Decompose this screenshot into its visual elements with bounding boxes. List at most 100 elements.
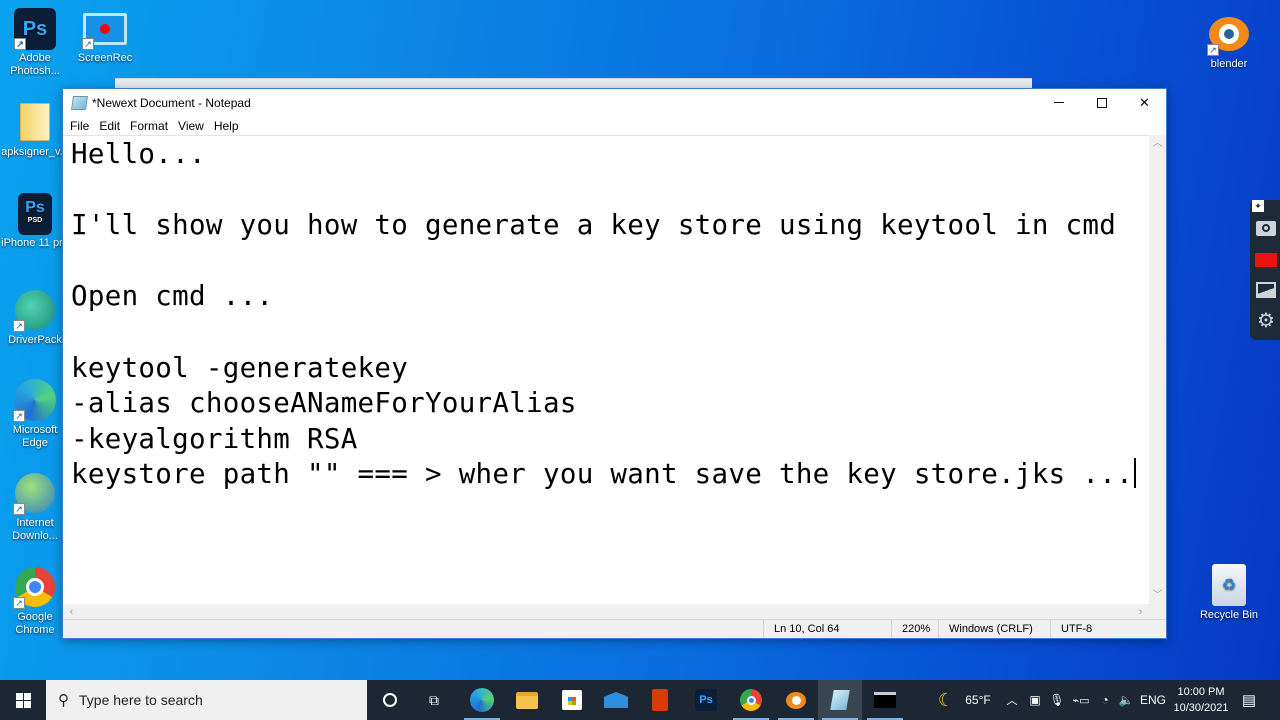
start-button[interactable] <box>0 680 46 720</box>
record-video-button[interactable] <box>1255 250 1277 270</box>
task-view-icon: ⧉ <box>429 691 439 708</box>
settings-button[interactable]: ⚙ <box>1255 309 1277 332</box>
gallery-button[interactable] <box>1255 280 1277 300</box>
input-language[interactable]: ENG <box>1138 680 1168 720</box>
clock-time: 10:00 PM <box>1177 686 1225 698</box>
shortcut-arrow-icon: ↗ <box>13 597 25 609</box>
taskbar-app-mail[interactable] <box>594 680 638 720</box>
scroll-up-arrow-icon[interactable]: ︿ <box>1149 135 1166 152</box>
taskbar-app-file-explorer[interactable] <box>505 680 549 720</box>
title-bar[interactable]: *Newext Document - Notepad ✕ <box>63 89 1166 116</box>
zoom-level: 220% <box>891 620 938 638</box>
menu-edit[interactable]: Edit <box>94 119 125 133</box>
desktop-icon-screenrec[interactable]: ↗ ScreenRec <box>70 8 140 65</box>
chrome-icon: ↗ <box>13 565 57 609</box>
maximize-button[interactable] <box>1080 89 1123 116</box>
text-line: -alias chooseANameForYourAlias <box>71 387 577 420</box>
shortcut-arrow-icon: ↗ <box>13 410 25 422</box>
clock-date: 10/30/2021 <box>1173 702 1229 714</box>
menu-view[interactable]: View <box>173 119 209 133</box>
battery-icon[interactable]: ⌁▭ <box>1070 680 1092 720</box>
desktop-icon-iphone-11-pro[interactable]: Ps PSD iPhone 11 pro <box>0 193 70 250</box>
desktop-icon-label: Adobe Photosh... <box>10 52 60 77</box>
edge-icon: ↗ <box>13 378 57 422</box>
taskbar: ⚲ Type here to search ⧉ Ps ☾ 65°F ︿ ▣ 🎙 … <box>0 680 1280 720</box>
cortana-button[interactable] <box>370 680 410 720</box>
notepad-window: *Newext Document - Notepad ✕ File Edit F… <box>62 88 1167 639</box>
search-icon: ⚲ <box>58 692 69 709</box>
show-hidden-icons-button[interactable]: ︿ <box>1004 680 1020 720</box>
moon-icon: ☾ <box>937 689 955 710</box>
folder-icon <box>516 691 538 709</box>
close-icon: ✕ <box>1139 94 1150 110</box>
search-input[interactable]: ⚲ Type here to search <box>46 680 367 720</box>
shortcut-arrow-icon: ↗ <box>13 503 25 515</box>
gallery-icon <box>1256 282 1276 298</box>
desktop-icon-blender[interactable]: ↗ blender <box>1194 12 1264 71</box>
taskbar-app-edge[interactable] <box>460 680 504 720</box>
menu-file[interactable]: File <box>65 119 94 133</box>
desktop-icon-label: iPhone 11 pro <box>1 237 69 249</box>
windows-logo-icon <box>15 692 31 708</box>
shortcut-arrow-icon: ↗ <box>1207 44 1219 56</box>
menu-help[interactable]: Help <box>209 119 244 133</box>
encoding: UTF-8 <box>1050 620 1166 638</box>
text-editor[interactable]: Hello... I'll show you how to generate a… <box>63 135 1149 604</box>
taskbar-app-microsoft-store[interactable] <box>550 680 594 720</box>
edge-icon <box>470 688 494 712</box>
text-line: keytool -generatekey <box>71 351 409 384</box>
menu-bar: File Edit Format View Help <box>63 116 1166 135</box>
taskbar-app-notepad[interactable] <box>818 680 862 720</box>
command-prompt-icon <box>874 692 896 708</box>
desktop-icon-microsoft-edge[interactable]: ↗ Microsoft Edge <box>0 378 70 450</box>
desktop-icon-internet-download-manager[interactable]: ↗ Internet Downlo... <box>0 471 70 543</box>
video-camera-icon <box>1255 253 1277 267</box>
text-line: Hello... <box>71 138 206 170</box>
store-icon <box>562 690 582 710</box>
taskbar-app-office[interactable] <box>638 680 682 720</box>
vertical-scrollbar[interactable]: ︿ ﹀ <box>1149 135 1166 604</box>
pin-icon[interactable]: ✦ <box>1252 200 1264 212</box>
editor-content[interactable]: Hello... I'll show you how to generate a… <box>63 136 1149 493</box>
shortcut-arrow-icon: ↗ <box>14 38 26 50</box>
text-line <box>71 173 1149 209</box>
status-bar: Ln 10, Col 64 220% Windows (CRLF) UTF-8 <box>63 619 1166 638</box>
wifi-icon[interactable]: ◔ <box>1096 680 1114 720</box>
blender-icon <box>786 691 806 709</box>
weather-temperature[interactable]: 65°F <box>962 680 994 720</box>
task-view-button[interactable]: ⧉ <box>414 680 454 720</box>
taskbar-app-blender[interactable] <box>774 680 818 720</box>
taskbar-app-chrome[interactable] <box>729 680 773 720</box>
camera-icon <box>1256 220 1276 236</box>
blender-icon: ↗ <box>1207 12 1251 56</box>
desktop-icon-recycle-bin[interactable]: ♻ Recycle Bin <box>1194 563 1264 622</box>
scroll-down-arrow-icon[interactable]: ﹀ <box>1149 587 1166 604</box>
window-title: *Newext Document - Notepad <box>92 95 251 110</box>
close-button[interactable]: ✕ <box>1123 89 1166 116</box>
desktop-icon-driverpack[interactable]: ↗ DriverPack <box>0 288 70 347</box>
desktop-icon-adobe-photoshop[interactable]: Ps ↗ Adobe Photosh... <box>0 8 70 78</box>
screenshot-button[interactable] <box>1255 218 1277 238</box>
menu-format[interactable]: Format <box>125 119 173 133</box>
minimize-button[interactable] <box>1037 89 1080 116</box>
notifications-button[interactable]: ▤ <box>1236 680 1262 720</box>
taskbar-app-photoshop[interactable]: Ps <box>684 680 728 720</box>
folder-icon <box>13 100 57 144</box>
notepad-icon <box>71 95 88 110</box>
weather-button[interactable]: ☾ <box>932 680 960 720</box>
line-ending: Windows (CRLF) <box>938 620 1050 638</box>
desktop-icon-google-chrome[interactable]: ↗ Google Chrome <box>0 565 70 637</box>
taskbar-app-command-prompt[interactable] <box>863 680 907 720</box>
chrome-icon <box>740 689 762 711</box>
screenrec-icon: ↗ <box>82 8 128 50</box>
desktop-icon-apksigner[interactable]: apksigner_v... <box>0 100 70 159</box>
text-line-last: keystore path "" === > wher you want sav… <box>71 457 1149 493</box>
gear-icon: ⚙ <box>1257 309 1275 332</box>
photoshop-icon: Ps <box>695 689 717 711</box>
microphone-icon[interactable]: 🎙 <box>1048 680 1066 720</box>
clock[interactable]: 10:00 PM 10/30/2021 <box>1172 680 1230 720</box>
camera-tray-icon[interactable]: ▣ <box>1026 680 1044 720</box>
volume-icon[interactable]: 🔈 <box>1116 680 1136 720</box>
desktop-icon-label: apksigner_v... <box>1 146 69 158</box>
notepad-icon <box>830 690 850 710</box>
